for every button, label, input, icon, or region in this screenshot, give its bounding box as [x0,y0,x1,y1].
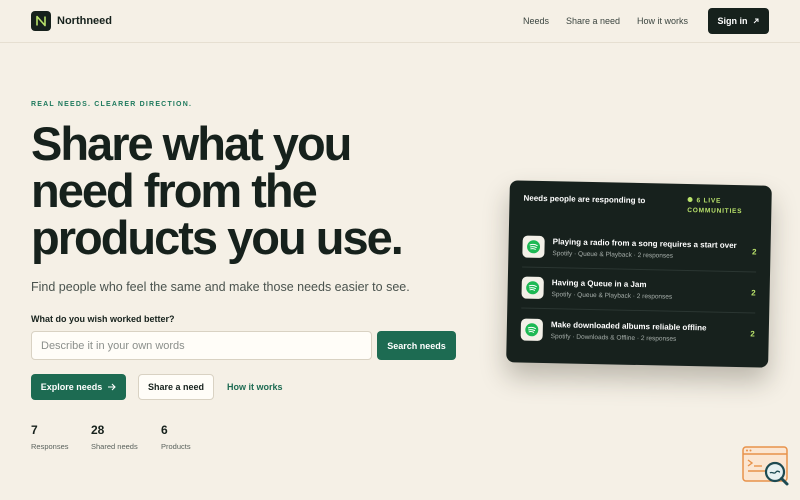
need-title: Playing a radio from a song requires a s… [552,237,737,251]
arrow-right-icon [108,383,117,391]
hero-headline: Share what you need from the products yo… [31,117,404,264]
need-title: Having a Queue in a Jam [551,278,647,290]
need-response-count: 2 [751,287,756,297]
stat-label: Products [161,442,191,451]
explore-needs-label: Explore needs [40,382,103,392]
stat-label: Responses [31,442,69,451]
search-question-label: What do you wish worked better? [31,314,175,324]
logo-n-icon [31,11,51,31]
sign-in-label: Sign in [717,16,748,26]
spotify-icon [522,235,545,259]
site-header: Northneed Needs Share a need How it work… [0,0,800,43]
card-title: Needs people are responding to [523,193,646,206]
need-meta: Spotify · Downloads & Offline · 2 respon… [550,332,677,343]
brand-logo[interactable]: Northneed [31,11,112,31]
need-response-count: 2 [750,329,755,339]
stat-shared-needs: 28 Shared needs [91,423,138,451]
nav-needs[interactable]: Needs [523,16,549,26]
live-communities-label: 6 LIVE COMMUNITIES [687,197,743,216]
need-meta: Spotify · Queue & Playback · 2 responses [552,250,674,260]
live-dot-icon [687,197,693,203]
stat-value: 6 [161,423,168,437]
need-meta: Spotify · Queue & Playback · 2 responses [551,291,673,301]
spotify-icon [521,276,544,300]
need-list-item[interactable]: Having a Queue in a Jam Spotify · Queue … [521,267,757,314]
stat-responses: 7 Responses [31,423,69,451]
need-search-input[interactable] [31,331,372,360]
floating-search-code-icon[interactable] [742,446,790,488]
how-it-works-link[interactable]: How it works [227,382,283,392]
live-communities-badge: 6 LIVE COMMUNITIES [687,196,757,217]
stat-value: 28 [91,423,105,437]
share-a-need-button[interactable]: Share a need [138,374,214,400]
need-list-item[interactable]: Playing a radio from a song requires a s… [522,226,757,273]
need-response-count: 2 [751,246,757,256]
nav-how-it-works[interactable]: How it works [637,16,688,26]
spotify-icon [520,318,544,341]
stat-label: Shared needs [91,442,138,451]
nav-share-a-need[interactable]: Share a need [566,16,620,26]
stat-value: 7 [31,423,38,437]
need-title: Make downloaded albums reliable offline [550,319,707,332]
hero-subtitle: Find people who feel the same and make t… [31,280,410,294]
search-needs-button[interactable]: Search needs [377,331,456,360]
stat-products: 6 Products [161,423,191,451]
arrow-up-right-icon [753,18,758,24]
sign-in-button[interactable]: Sign in [708,8,769,34]
need-list-item[interactable]: Make downloaded albums reliable offline … [520,309,755,355]
responding-needs-card: Needs people are responding to 6 LIVE CO… [506,180,772,368]
explore-needs-button[interactable]: Explore needs [31,374,126,400]
hero-eyebrow: REAL NEEDS. CLEARER DIRECTION. [31,101,193,108]
brand-name: Northneed [57,15,112,27]
